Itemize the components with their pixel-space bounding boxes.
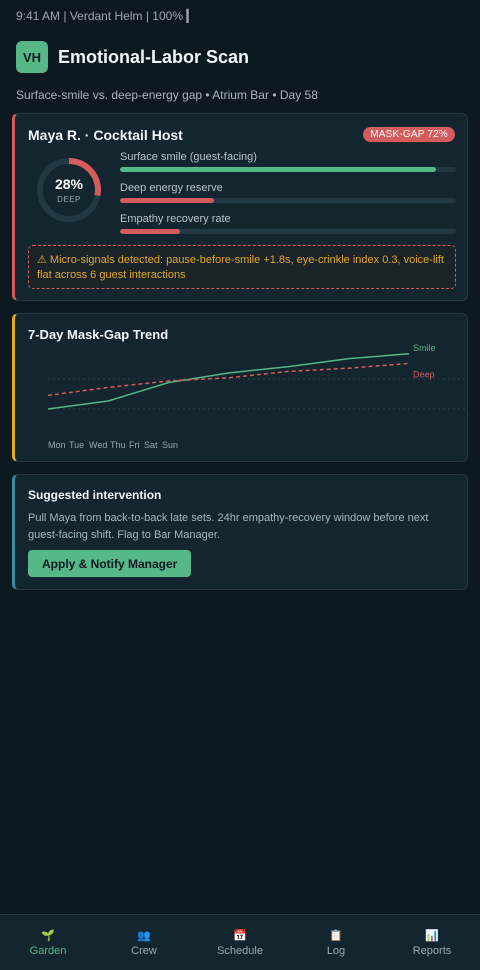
gauge-value: 28% <box>54 176 84 192</box>
people-icon: 👥 <box>137 930 151 942</box>
host-scan-card[interactable]: Maya R. · Cocktail Host MASK-GAP 72% 28%… <box>12 113 468 301</box>
bottom-tab-bar: 🌱 Garden 👥 Crew 📅 Schedule 📋 Log 📊 Repor… <box>0 914 480 970</box>
tab-label: Garden <box>29 945 67 957</box>
app-header: VH Emotional-Labor Scan <box>16 41 249 73</box>
micro-signals-alert: ⚠ Micro-signals detected: pause-before-s… <box>28 245 456 289</box>
trend-title: 7-Day Mask-Gap Trend <box>28 327 169 342</box>
sprout-icon: 🌱 <box>41 930 55 942</box>
tab-crew[interactable]: 👥 Crew <box>96 915 192 970</box>
metric-bar-fill <box>120 198 215 203</box>
x-tick-label: Mon <box>48 440 66 450</box>
tab-log[interactable]: 📋 Log <box>288 915 384 970</box>
metric-bar-track <box>120 167 456 172</box>
metric-surface-smile: Surface smile (guest-facing) <box>120 151 456 172</box>
metric-bar-fill <box>120 167 436 172</box>
x-tick-label: Thu <box>110 440 126 450</box>
x-tick-label: Wed <box>89 440 107 450</box>
tab-schedule[interactable]: 📅 Schedule <box>192 915 288 970</box>
x-tick-label: Fri <box>129 440 140 450</box>
tab-label: Reports <box>412 945 452 957</box>
metric-label: Empathy recovery rate <box>120 213 231 225</box>
bar-chart-icon: 📊 <box>425 930 439 942</box>
metric-label: Deep energy reserve <box>120 182 223 194</box>
page-title: Emotional-Labor Scan <box>58 46 250 67</box>
metric-bar-track <box>120 198 456 203</box>
tab-label: Crew <box>131 945 157 957</box>
tab-label: Log <box>326 945 346 957</box>
clipboard-icon: 📋 <box>329 930 343 942</box>
gauge-label: DEEP <box>57 195 81 204</box>
tab-reports[interactable]: 📊 Reports <box>384 915 480 970</box>
intervention-card: Suggested intervention Pull Maya from ba… <box>12 474 468 590</box>
metric-deep-energy: Deep energy reserve <box>120 182 456 203</box>
tab-garden[interactable]: 🌱 Garden <box>0 915 96 970</box>
x-tick-label: Sun <box>162 440 178 450</box>
series-label-deep: Deep <box>413 369 435 379</box>
intervention-text: Pull Maya from back-to-back late sets. 2… <box>28 512 429 541</box>
metric-label: Surface smile (guest-facing) <box>120 151 257 163</box>
trend-card: Smile Deep Mon Tue Wed Thu Fri Sat Sun 7-Day Mas… <box>12 313 468 462</box>
metric-bar-track <box>120 229 456 234</box>
page-subtitle: Surface-smile vs. deep-energy gap • Atri… <box>16 88 318 102</box>
series-label-smile: Smile <box>413 343 436 353</box>
calendar-icon: 📅 <box>233 930 247 942</box>
mask-gap-badge: MASK-GAP 72% <box>363 127 455 142</box>
host-name: Maya R. · Cocktail Host <box>28 127 183 143</box>
series-line-smile <box>47 353 410 410</box>
status-bar: 9:41 AM | Verdant Helm | 100% ▎ <box>16 9 196 23</box>
tab-label: Schedule <box>217 945 263 957</box>
apply-notify-button[interactable]: Apply & Notify Manager <box>28 550 192 577</box>
app-logo: VH <box>16 41 48 73</box>
metric-empathy-recovery: Empathy recovery rate <box>120 213 456 234</box>
metric-bar-fill <box>120 229 181 234</box>
intervention-title: Suggested intervention <box>28 488 162 502</box>
x-tick-label: Sat <box>144 440 158 450</box>
x-tick-label: Tue <box>69 440 84 450</box>
